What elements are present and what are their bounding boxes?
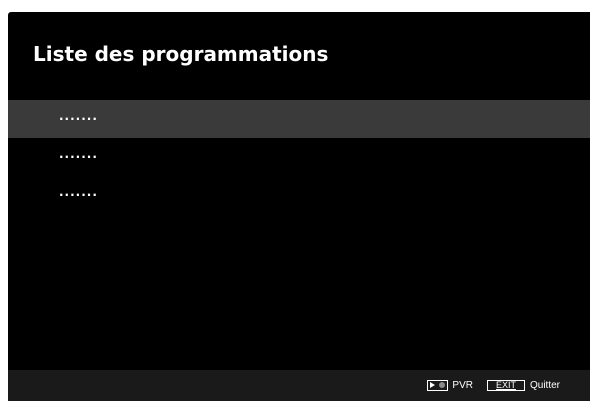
quit-label: Quitter — [529, 379, 560, 391]
exit-key-button[interactable]: EXIT — [486, 379, 525, 391]
programmation-list-screen: Liste des programmations ....... .......… — [8, 12, 590, 401]
record-icon — [439, 382, 446, 388]
schedule-list: ....... ....... ....... — [8, 100, 590, 214]
list-item-label: ....... — [59, 185, 98, 199]
pvr-label: PVR — [452, 379, 473, 391]
page-title: Liste des programmations — [33, 42, 329, 66]
list-item-2[interactable]: ....... — [8, 138, 590, 176]
list-item-3[interactable]: ....... — [8, 176, 590, 214]
key-legend: PVR EXIT Quitter — [427, 377, 560, 393]
list-item-label: ....... — [59, 109, 98, 123]
play-record-key-icon[interactable] — [427, 379, 449, 391]
list-item-label: ....... — [59, 147, 98, 161]
list-item-1[interactable]: ....... — [8, 100, 590, 138]
play-icon — [430, 382, 436, 388]
footer-bar: PVR EXIT Quitter — [8, 370, 590, 401]
